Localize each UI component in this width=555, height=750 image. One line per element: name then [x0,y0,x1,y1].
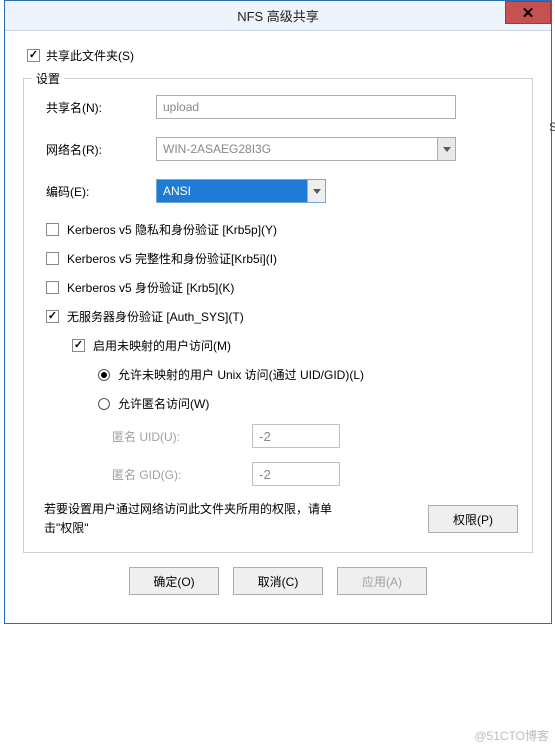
share-folder-row: 共享此文件夹(S) [27,47,533,64]
permissions-button[interactable]: 权限(P) [428,505,518,533]
radio-anon-row: 允许匿名访问(W) [72,395,518,412]
network-name-dropdown-icon [437,138,455,160]
share-name-input[interactable] [156,95,456,119]
settings-legend: 设置 [32,70,64,87]
auth-krb5p-checkbox[interactable] [46,223,59,236]
encoding-row: 编码(E): ANSI [38,179,518,203]
auth-krb5i-checkbox[interactable] [46,252,59,265]
auth-krb5i-label[interactable]: Kerberos v5 完整性和身份验证[Krb5i](I) [67,250,277,267]
auth-krb5-row: Kerberos v5 身份验证 [Krb5](K) [38,279,518,296]
anon-uid-row: 匿名 UID(U): [72,424,518,448]
encoding-value: ANSI [157,180,307,202]
unmapped-checkbox[interactable] [72,339,85,352]
auth-krb5-checkbox[interactable] [46,281,59,294]
permissions-row: 若要设置用户通过网络访问此文件夹所用的权限，请单击"权限" 权限(P) [38,500,518,538]
share-folder-label[interactable]: 共享此文件夹(S) [46,47,134,64]
anon-gid-label: 匿名 GID(G): [112,466,252,483]
share-name-row: 共享名(N): [38,95,518,119]
dialog-footer: 确定(O) 取消(C) 应用(A) [23,553,533,609]
auth-sys-checkbox[interactable] [46,310,59,323]
side-letter: S [549,120,555,134]
dialog-window: NFS 高级共享 ✕ 共享此文件夹(S) 设置 共享名(N): 网络名(R): … [4,0,552,624]
apply-button: 应用(A) [337,567,427,595]
cancel-button[interactable]: 取消(C) [233,567,323,595]
ok-button[interactable]: 确定(O) [129,567,219,595]
settings-fieldset: 设置 共享名(N): 网络名(R): WIN-2ASAEG28I3G 编码(E)… [23,78,533,553]
watermark: @51CTO博客 [474,727,549,744]
unmapped-block: 启用未映射的用户访问(M) 允许未映射的用户 Unix 访问(通过 UID/GI… [38,337,518,486]
anon-gid-row: 匿名 GID(G): [72,462,518,486]
encoding-label: 编码(E): [38,183,156,200]
anon-uid-input [252,424,340,448]
auth-krb5i-row: Kerberos v5 完整性和身份验证[Krb5i](I) [38,250,518,267]
auth-krb5p-label[interactable]: Kerberos v5 隐私和身份验证 [Krb5p](Y) [67,221,277,238]
auth-sys-label[interactable]: 无服务器身份验证 [Auth_SYS](T) [67,308,244,325]
network-name-value: WIN-2ASAEG28I3G [157,138,437,160]
dialog-body: 共享此文件夹(S) 设置 共享名(N): 网络名(R): WIN-2ASAEG2… [5,31,551,623]
encoding-dropdown-icon[interactable] [307,180,325,202]
unmapped-label[interactable]: 启用未映射的用户访问(M) [93,337,231,354]
share-folder-checkbox[interactable] [27,49,40,62]
auth-sys-row: 无服务器身份验证 [Auth_SYS](T) [38,308,518,325]
anon-uid-label: 匿名 UID(U): [112,428,252,445]
radio-anon[interactable] [98,398,110,410]
titlebar[interactable]: NFS 高级共享 ✕ [5,1,551,31]
radio-unix-row: 允许未映射的用户 Unix 访问(通过 UID/GID)(L) [72,366,518,383]
close-button[interactable]: ✕ [505,1,551,24]
close-icon: ✕ [522,4,535,22]
network-name-row: 网络名(R): WIN-2ASAEG28I3G [38,137,518,161]
share-name-label: 共享名(N): [38,99,156,116]
auth-krb5-label[interactable]: Kerberos v5 身份验证 [Krb5](K) [67,279,234,296]
radio-anon-label[interactable]: 允许匿名访问(W) [118,395,209,412]
auth-krb5p-row: Kerberos v5 隐私和身份验证 [Krb5p](Y) [38,221,518,238]
anon-gid-input [252,462,340,486]
radio-unix-label[interactable]: 允许未映射的用户 Unix 访问(通过 UID/GID)(L) [118,366,364,383]
encoding-combo[interactable]: ANSI [156,179,326,203]
window-title: NFS 高级共享 [237,6,319,25]
permissions-text: 若要设置用户通过网络访问此文件夹所用的权限，请单击"权限" [44,500,354,538]
radio-unix[interactable] [98,369,110,381]
network-name-label: 网络名(R): [38,141,156,158]
unmapped-row: 启用未映射的用户访问(M) [72,337,518,354]
network-name-combo: WIN-2ASAEG28I3G [156,137,456,161]
